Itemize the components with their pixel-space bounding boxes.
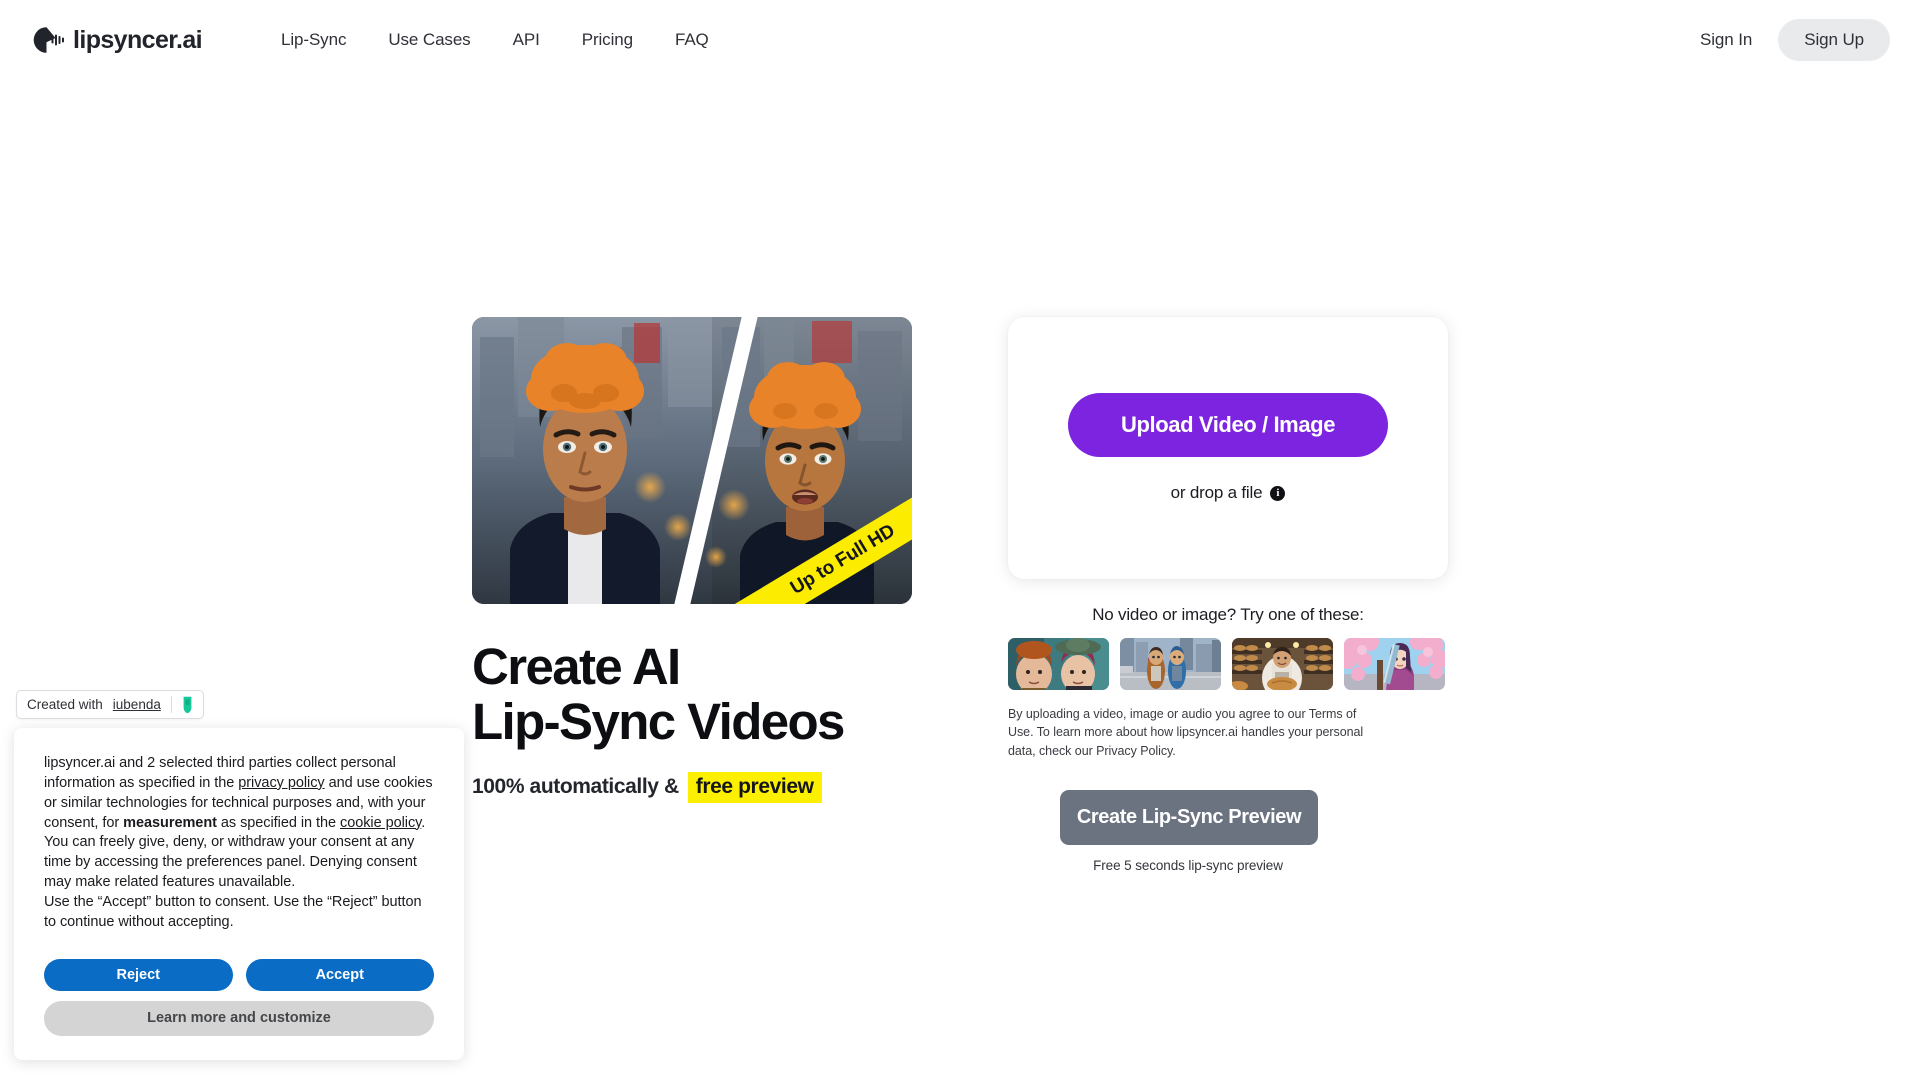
- nav-item-lip-sync[interactable]: Lip-Sync: [260, 22, 367, 58]
- upload-dropzone-card[interactable]: Upload Video / Image or drop a file i: [1008, 317, 1448, 579]
- sample-thumbnails: [1008, 638, 1448, 690]
- sample-baker-bread[interactable]: [1232, 638, 1333, 690]
- primary-nav: Lip-Sync Use Cases API Pricing FAQ: [260, 22, 730, 58]
- hero-subtitle-prefix: 100% automatically &: [472, 775, 679, 799]
- cookie-button-row: Reject Accept: [44, 958, 434, 991]
- cookie-paragraph-2: You can freely give, deny, or withdraw y…: [44, 834, 417, 891]
- learn-more-customize-button[interactable]: Learn more and customize: [44, 1000, 434, 1036]
- drop-file-label: or drop a file: [1170, 483, 1263, 502]
- cookie-paragraph-1: lipsyncer.ai and 2 selected third partie…: [44, 754, 434, 833]
- upload-disclaimer: By uploading a video, image or audio you…: [1008, 707, 1364, 758]
- nav-item-use-cases[interactable]: Use Cases: [367, 22, 491, 58]
- cookie-p1-bold: measurement: [123, 814, 217, 831]
- iubenda-badge[interactable]: Created with iubenda: [16, 690, 204, 719]
- lipsync-wave-icon: [32, 25, 66, 55]
- cookie-policy-link[interactable]: cookie policy: [340, 815, 421, 831]
- nav-item-faq[interactable]: FAQ: [654, 22, 730, 58]
- sample-anime-girl-sakura[interactable]: [1344, 638, 1445, 690]
- upload-column: Upload Video / Image or drop a file i No…: [1008, 317, 1448, 1080]
- cookie-p1-c: as specified in the: [216, 814, 340, 831]
- reject-button[interactable]: Reject: [44, 958, 233, 991]
- accept-button[interactable]: Accept: [245, 958, 434, 991]
- iubenda-link[interactable]: iubenda: [113, 697, 161, 712]
- hero-subtitle: 100% automatically & free preview: [472, 771, 912, 803]
- iubenda-prefix: Created with: [27, 697, 103, 712]
- cookie-consent-panel: lipsyncer.ai and 2 selected third partie…: [14, 728, 464, 1060]
- logo-text: lipsyncer.ai: [73, 25, 203, 54]
- page-title: Create AI Lip-Sync Videos: [472, 638, 845, 751]
- divider: [170, 696, 172, 713]
- site-header: lipsyncer.ai Lip-Sync Use Cases API Pric…: [0, 0, 1920, 80]
- hero-column: Up to Full HD Create AI Lip-Sync Videos …: [472, 317, 912, 1080]
- privacy-policy-link[interactable]: privacy policy: [238, 775, 324, 791]
- nav-item-api[interactable]: API: [492, 22, 561, 58]
- iubenda-shield-icon: [182, 696, 193, 714]
- hero-comparison-image: Up to Full HD: [472, 317, 912, 604]
- sign-in-button[interactable]: Sign In: [1680, 21, 1772, 59]
- info-icon[interactable]: i: [1270, 485, 1286, 501]
- logo[interactable]: lipsyncer.ai: [32, 25, 203, 55]
- sample-two-women-portrait[interactable]: [1008, 638, 1109, 690]
- header-actions: Sign In Sign Up: [1680, 19, 1890, 61]
- cookie-paragraph-3: Use the “Accept” button to consent. Use …: [44, 894, 422, 930]
- upload-video-image-button[interactable]: Upload Video / Image: [1067, 393, 1389, 457]
- samples-label: No video or image? Try one of these:: [1092, 605, 1364, 624]
- create-lip-sync-preview-button[interactable]: Create Lip-Sync Preview: [1060, 790, 1318, 846]
- sign-up-button[interactable]: Sign Up: [1778, 19, 1890, 61]
- hero-subtitle-highlight: free preview: [687, 771, 822, 803]
- preview-note: Free 5 seconds lip-sync preview: [1093, 858, 1283, 874]
- cookie-p1-d: .: [421, 814, 426, 831]
- nav-item-pricing[interactable]: Pricing: [561, 22, 654, 58]
- sample-two-kids-city[interactable]: [1120, 638, 1221, 690]
- drop-file-hint: or drop a file i: [1171, 483, 1286, 503]
- cookie-consent-text: lipsyncer.ai and 2 selected third partie…: [44, 754, 434, 933]
